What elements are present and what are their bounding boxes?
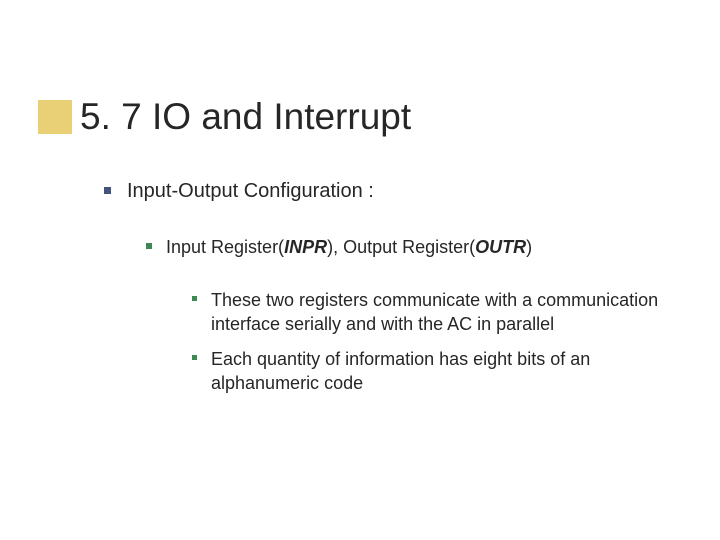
bullet-text: Each quantity of information has eight b… (211, 347, 660, 396)
register-inpr: INPR (284, 237, 327, 257)
bullet-text: Input-Output Configuration : (127, 178, 374, 205)
bullet-icon (192, 296, 197, 301)
text-fragment: Input Register( (166, 237, 284, 257)
bullet-icon (192, 355, 197, 360)
text-fragment: ), Output Register( (327, 237, 475, 257)
bullet-text: These two registers communicate with a c… (211, 288, 660, 337)
register-outr: OUTR (475, 237, 526, 257)
content-area: Input-Output Configuration : Input Regis… (104, 178, 660, 405)
bullet-level3: These two registers communicate with a c… (192, 288, 660, 337)
bullet-level1: Input-Output Configuration : (104, 178, 660, 205)
slide-title: 5. 7 IO and Interrupt (80, 96, 411, 138)
bullet-level2: Input Register(INPR), Output Register(OU… (146, 235, 660, 260)
bullet-icon (104, 187, 111, 194)
bullet-icon (146, 243, 152, 249)
title-accent-block (38, 100, 72, 134)
bullet-level3: Each quantity of information has eight b… (192, 347, 660, 396)
text-fragment: ) (526, 237, 532, 257)
bullet-text: Input Register(INPR), Output Register(OU… (166, 235, 532, 260)
